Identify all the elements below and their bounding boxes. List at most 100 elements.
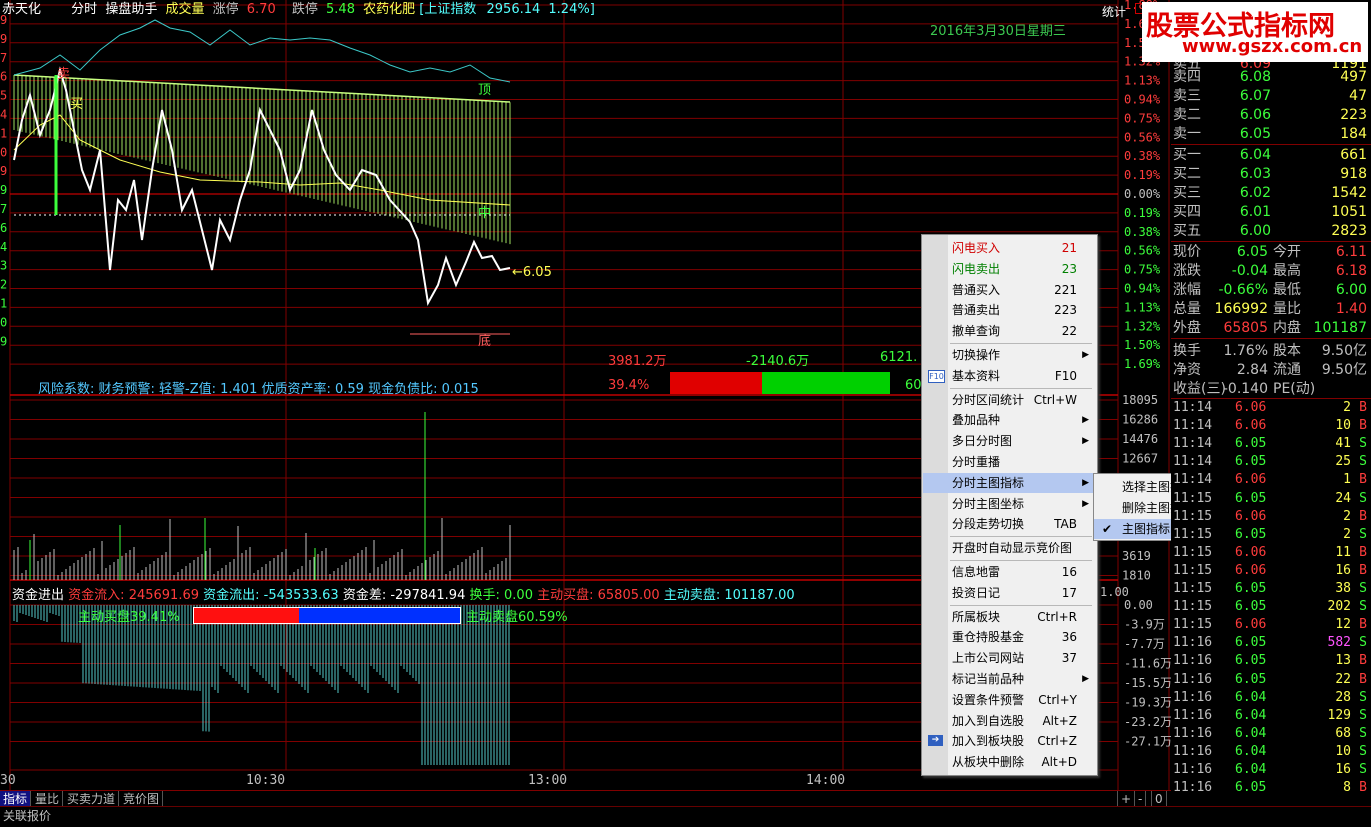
- menu-item-shortcut: 221: [1054, 282, 1077, 297]
- bottom-tab-4[interactable]: 竞价图: [120, 791, 164, 807]
- tick-direction: S: [1359, 436, 1367, 452]
- menu-item-24[interactable]: 加入到板块股 Ctrl+Z ➔: [923, 731, 1095, 751]
- tick-time: 11:16: [1173, 743, 1213, 759]
- zoom-control-1[interactable]: +: [1117, 791, 1136, 807]
- menu-item-9[interactable]: 叠加品种 ▶: [923, 410, 1095, 430]
- quote-price: 6.00: [1239, 223, 1271, 239]
- menu-item-20[interactable]: 上市公司网站 37: [923, 648, 1095, 668]
- buy-level[interactable]: 买三 6.02 1542: [1171, 184, 1371, 203]
- sector-label[interactable]: 农药化肥: [363, 2, 415, 17]
- menu-item-13[interactable]: 分时主图坐标 ▶: [923, 494, 1095, 514]
- tick-volume: 202: [1327, 599, 1351, 615]
- indicator-label[interactable]: 成交量: [165, 2, 204, 17]
- quote-volume: 2823: [1331, 223, 1367, 239]
- tick-direction: B: [1359, 400, 1367, 415]
- quote-label: 卖三: [1173, 88, 1201, 104]
- stat-value-2: 9.50亿: [1321, 362, 1367, 378]
- tick-time: 11:15: [1173, 617, 1213, 633]
- menu-item-2[interactable]: 闪电卖出 23: [923, 259, 1095, 279]
- tick-row: 11:15 6.05 202 S: [1171, 598, 1371, 616]
- stat-label: 总量: [1173, 301, 1201, 317]
- tick-row: 11:15 6.05 2 S: [1171, 526, 1371, 544]
- index-name[interactable]: [上证指数: [419, 2, 476, 17]
- diff-value: -297841.94: [390, 588, 466, 603]
- stat-row: 现价 6.05 今开 6.11: [1171, 243, 1371, 262]
- tick-price: 6.06: [1235, 508, 1267, 524]
- menu-item-shortcut: 223: [1054, 303, 1077, 318]
- menu-item-21[interactable]: 标记当前品种 ▶: [923, 669, 1095, 689]
- tick-time: 11:14: [1173, 436, 1213, 452]
- submenu-arrow-icon: ▶: [1082, 415, 1089, 426]
- menu-item-1[interactable]: 闪电买入 21: [923, 238, 1095, 258]
- bottom-tab-3[interactable]: 买卖力道: [64, 791, 120, 807]
- stats-button[interactable]: 统计: [1102, 3, 1126, 20]
- sell-level[interactable]: 卖三 6.07 47: [1171, 87, 1371, 106]
- add-to-block-icon: ➔: [928, 735, 943, 747]
- menu-item-11[interactable]: 分时重播: [923, 452, 1095, 472]
- tick-price: 6.05: [1235, 635, 1267, 651]
- buy-level[interactable]: 买四 6.01 1051: [1171, 203, 1371, 222]
- sell-level[interactable]: 卖四 6.08 497: [1171, 68, 1371, 87]
- buy-level[interactable]: 买二 6.03 918: [1171, 165, 1371, 184]
- submenu-arrow-icon: ▶: [1082, 674, 1089, 684]
- menu-separator: [950, 387, 1092, 389]
- stat-value: -0.140: [1222, 381, 1268, 397]
- tick-price: 6.06: [1235, 472, 1267, 488]
- menu-item-5[interactable]: 撤单查询 22: [923, 321, 1095, 341]
- menu-item-10[interactable]: 多日分时图 ▶: [923, 431, 1095, 451]
- tick-volume: 2: [1343, 400, 1351, 415]
- tick-volume: 582: [1327, 635, 1351, 651]
- stat-label-2: 股本: [1273, 343, 1301, 359]
- menu-item-6[interactable]: 切换操作 ▶: [923, 345, 1095, 365]
- menu-item-12[interactable]: 分时主图指标 ▶: [923, 472, 1095, 493]
- sell-level[interactable]: 卖二 6.06 223: [1171, 106, 1371, 125]
- tick-price: 6.04: [1235, 762, 1267, 777]
- menu-item-18[interactable]: 所属板块 Ctrl+R: [923, 607, 1095, 627]
- tick-volume: 16: [1335, 762, 1351, 777]
- assistant-label[interactable]: 操盘助手: [105, 2, 157, 17]
- buy-level[interactable]: 买一 6.04 661: [1171, 146, 1371, 165]
- bottom-tab-2[interactable]: 量比: [32, 791, 64, 807]
- sell-level[interactable]: 卖一 6.05 184: [1171, 125, 1371, 144]
- menu-item-label: 多日分时图: [952, 434, 1013, 449]
- menu-item-shortcut: 16: [1061, 565, 1077, 579]
- menu-item-label: 闪电买入: [952, 241, 1001, 255]
- zoom-control-2[interactable]: -: [1134, 791, 1147, 807]
- buy-level[interactable]: 买五 6.00 2823: [1171, 222, 1371, 241]
- tick-price: 6.06: [1235, 418, 1267, 434]
- time-axis-label: 30: [0, 773, 16, 788]
- tick-volume: 2: [1343, 508, 1351, 524]
- menu-item-19[interactable]: 重仓持股基金 36: [923, 627, 1095, 647]
- menu-item-16[interactable]: 信息地雷 16: [923, 562, 1095, 582]
- menu-item-7[interactable]: 基本资料 F10 F10: [923, 366, 1095, 386]
- quote-volume: 1542: [1331, 185, 1367, 201]
- buy-sell-ratio-bar: [193, 607, 461, 624]
- menu-item-14[interactable]: 分段走势切换 TAB: [923, 514, 1095, 534]
- stat-value-2: 6.11: [1335, 244, 1367, 260]
- menu-item-8[interactable]: 分时区间统计 Ctrl+W: [923, 390, 1095, 410]
- context-menu[interactable]: 闪电买入 21 闪电卖出 23 普通买入 221 普通卖出 223 撤单查询 22 切换操作 ▶ 基本资…: [921, 234, 1098, 776]
- status-text[interactable]: 关联报价: [3, 809, 51, 823]
- menu-item-3[interactable]: 普通买入 221: [923, 280, 1095, 300]
- stock-name[interactable]: 赤天化: [2, 2, 41, 17]
- menu-item-22[interactable]: 设置条件预警 Ctrl+Y: [923, 690, 1095, 710]
- menu-item-23[interactable]: 加入到自选股 Alt+Z: [923, 711, 1095, 731]
- menu-item-15[interactable]: 开盘时自动显示竞价图: [923, 538, 1095, 558]
- menu-item-25[interactable]: 从板块中删除 Alt+D: [923, 752, 1095, 772]
- menu-item-label: 分时主图指标: [952, 475, 1025, 490]
- mode-label[interactable]: 分时: [71, 2, 97, 17]
- price-pct-tick: 0.19%: [1124, 206, 1161, 220]
- menu-separator: [950, 560, 1092, 561]
- price-pct-tick: 1.50%: [1124, 338, 1161, 352]
- zoom-control-3[interactable]: 0: [1151, 791, 1167, 807]
- quote-label: 买一: [1173, 147, 1201, 163]
- flow-in-pct: 39.4%: [608, 378, 650, 393]
- fund-flow-line: 资金进出 资金流入: 245691.69 资金流出: -543533.63 资金…: [12, 584, 795, 603]
- stat-label: 换手: [1173, 343, 1201, 359]
- flow-third-amount: 6121.: [880, 350, 918, 365]
- stat-label-2: 今开: [1273, 244, 1301, 260]
- tick-direction: B: [1359, 671, 1367, 687]
- bottom-tab-1[interactable]: 指标: [0, 791, 32, 807]
- menu-item-4[interactable]: 普通卖出 223: [923, 300, 1095, 320]
- menu-item-17[interactable]: 投资日记 17: [923, 583, 1095, 603]
